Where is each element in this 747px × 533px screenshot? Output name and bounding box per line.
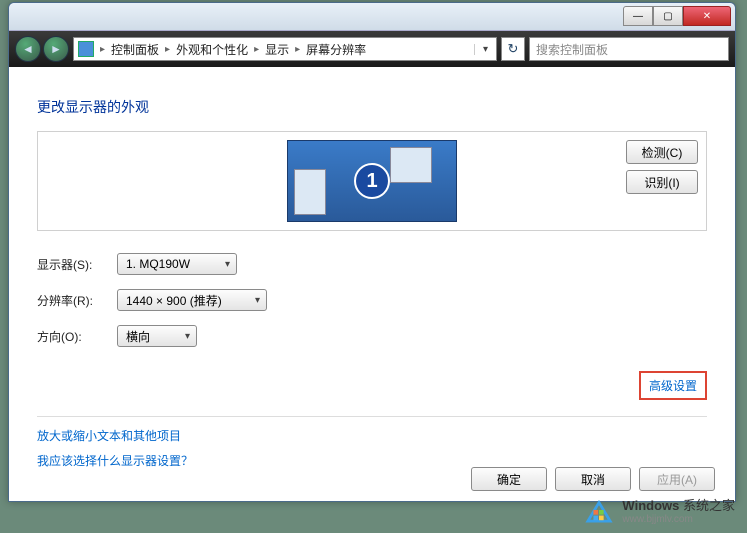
advanced-link-row: 高级设置 <box>37 371 707 400</box>
chevron-right-icon: ▸ <box>254 44 259 55</box>
display-label: 显示器(S): <box>37 256 117 273</box>
display-row: 显示器(S): 1. MQ190W <box>37 253 707 275</box>
apply-button[interactable]: 应用(A) <box>639 467 715 491</box>
resolution-dropdown[interactable]: 1440 × 900 (推荐) <box>117 289 267 311</box>
titlebar: — ▢ ✕ <box>9 3 735 31</box>
chevron-right-icon: ▸ <box>165 44 170 55</box>
refresh-button[interactable]: ↻ <box>501 37 525 61</box>
windows-logo-icon <box>584 497 614 523</box>
watermark-brand: Windows <box>622 498 679 513</box>
preview-window-icon <box>294 169 326 215</box>
breadcrumb[interactable]: ▸ 控制面板 ▸ 外观和个性化 ▸ 显示 ▸ 屏幕分辨率 ▾ <box>73 37 497 61</box>
preview-side-buttons: 检测(C) 识别(I) <box>626 140 698 194</box>
orientation-value: 横向 <box>126 328 150 345</box>
display-value: 1. MQ190W <box>126 257 190 271</box>
monitor-number-badge: 1 <box>354 163 390 199</box>
advanced-settings-link[interactable]: 高级设置 <box>639 371 707 400</box>
resolution-label: 分辨率(R): <box>37 292 117 309</box>
breadcrumb-item[interactable]: 屏幕分辨率 <box>306 41 366 58</box>
breadcrumb-dropdown[interactable]: ▾ <box>474 44 492 55</box>
minimize-button[interactable]: — <box>623 6 653 26</box>
resolution-value: 1440 × 900 (推荐) <box>126 292 222 309</box>
forward-button[interactable]: ► <box>43 36 69 62</box>
orientation-row: 方向(O): 横向 <box>37 325 707 347</box>
orientation-label: 方向(O): <box>37 328 117 345</box>
settings-form: 显示器(S): 1. MQ190W 分辨率(R): 1440 × 900 (推荐… <box>37 253 707 347</box>
control-panel-window: — ▢ ✕ ◄ ► ▸ 控制面板 ▸ 外观和个性化 ▸ 显示 ▸ 屏幕分辨率 ▾… <box>8 2 736 502</box>
maximize-button[interactable]: ▢ <box>653 6 683 26</box>
chevron-right-icon: ▸ <box>100 44 105 55</box>
close-button[interactable]: ✕ <box>683 6 731 26</box>
search-placeholder: 搜索控制面板 <box>536 41 608 58</box>
watermark: Windows 系统之家 www.bjjmlv.com <box>584 495 735 525</box>
help-links: 放大或缩小文本和其他项目 我应该选择什么显示器设置？ <box>37 427 707 469</box>
display-dropdown[interactable]: 1. MQ190W <box>117 253 237 275</box>
watermark-suffix: 系统之家 <box>683 498 735 513</box>
chevron-right-icon: ▸ <box>295 44 300 55</box>
page-title: 更改显示器的外观 <box>37 97 707 117</box>
breadcrumb-item[interactable]: 外观和个性化 <box>176 41 248 58</box>
watermark-url: www.bjjmlv.com <box>622 514 735 525</box>
identify-button[interactable]: 识别(I) <box>626 170 698 194</box>
nav-arrows: ◄ ► <box>15 36 69 62</box>
monitor-preview[interactable]: 1 <box>287 140 457 222</box>
preview-window-icon <box>390 147 432 183</box>
display-preview-panel: 1 检测(C) 识别(I) <box>37 131 707 231</box>
back-button[interactable]: ◄ <box>15 36 41 62</box>
breadcrumb-item[interactable]: 显示 <box>265 41 289 58</box>
breadcrumb-item[interactable]: 控制面板 <box>111 41 159 58</box>
search-input[interactable]: 搜索控制面板 <box>529 37 729 61</box>
divider <box>37 416 707 417</box>
text-size-link[interactable]: 放大或缩小文本和其他项目 <box>37 427 707 444</box>
content-area: 更改显示器的外观 1 检测(C) 识别(I) 显示器(S): 1. MQ190W <box>9 67 735 501</box>
control-panel-icon <box>78 41 94 57</box>
cancel-button[interactable]: 取消 <box>555 467 631 491</box>
watermark-text: Windows 系统之家 www.bjjmlv.com <box>622 495 735 525</box>
footer-buttons: 确定 取消 应用(A) <box>471 467 715 491</box>
resolution-row: 分辨率(R): 1440 × 900 (推荐) <box>37 289 707 311</box>
navbar: ◄ ► ▸ 控制面板 ▸ 外观和个性化 ▸ 显示 ▸ 屏幕分辨率 ▾ ↻ 搜索控… <box>9 31 735 67</box>
detect-button[interactable]: 检测(C) <box>626 140 698 164</box>
orientation-dropdown[interactable]: 横向 <box>117 325 197 347</box>
ok-button[interactable]: 确定 <box>471 467 547 491</box>
